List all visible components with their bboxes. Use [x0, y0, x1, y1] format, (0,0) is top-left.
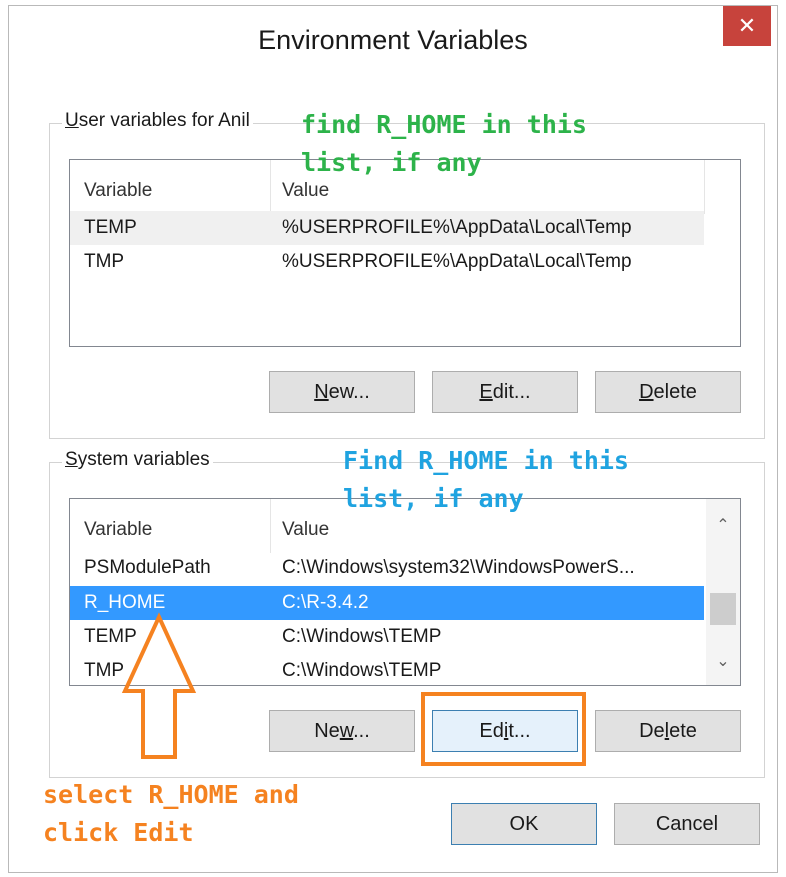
system-delete-button[interactable]: Delete: [595, 710, 741, 752]
variable-cell: PSModulePath: [84, 557, 211, 578]
close-button[interactable]: ✕: [723, 6, 771, 46]
close-icon: ✕: [737, 13, 757, 38]
column-header-variable[interactable]: Variable: [84, 160, 152, 214]
value-cell: C:\Windows\system32\WindowsPowerS...: [282, 557, 635, 578]
user-edit-button[interactable]: Edit...: [432, 371, 578, 413]
scroll-up-icon[interactable]: ⌃: [706, 509, 740, 543]
value-cell: %USERPROFILE%\AppData\Local\Temp: [282, 251, 632, 272]
table-row[interactable]: TEMP %USERPROFILE%\AppData\Local\Temp: [70, 211, 704, 245]
scrollbar-thumb[interactable]: [710, 593, 736, 625]
up-arrow-annotation: [121, 612, 197, 759]
user-variables-label: User variables for Anil: [62, 110, 253, 132]
variable-cell: TEMP: [84, 217, 137, 238]
annotation-action-note: select R_HOME and click Edit: [43, 780, 299, 847]
system-variables-label: System variables: [62, 449, 213, 471]
annotation-user-note: find R_HOME in this list, if any: [301, 110, 587, 177]
value-cell: C:\R-3.4.2: [282, 592, 369, 613]
table-row[interactable]: PSModulePath C:\Windows\system32\Windows…: [70, 551, 704, 585]
variable-cell: TMP: [84, 251, 125, 272]
ok-button[interactable]: OK: [451, 803, 597, 845]
scroll-down-icon[interactable]: ⌄: [706, 645, 740, 679]
column-header-value[interactable]: Value: [282, 499, 329, 553]
environment-variables-dialog: Environment Variables ✕ User variables f…: [8, 5, 778, 873]
vertical-scrollbar[interactable]: ⌃ ⌄: [706, 499, 740, 685]
edit-button-highlight-box: [421, 692, 586, 766]
column-separator[interactable]: [270, 499, 271, 553]
column-header-variable[interactable]: Variable: [84, 499, 152, 553]
annotation-system-note: Find R_HOME in this list, if any: [343, 446, 629, 513]
column-separator[interactable]: [270, 160, 271, 214]
title-bar: Environment Variables ✕: [9, 6, 777, 66]
user-variables-list[interactable]: Variable Value TEMP %USERPROFILE%\AppDat…: [69, 159, 741, 347]
value-cell: %USERPROFILE%\AppData\Local\Temp: [282, 217, 632, 238]
cancel-button[interactable]: Cancel: [614, 803, 760, 845]
user-delete-button[interactable]: Delete: [595, 371, 741, 413]
user-new-button[interactable]: New...: [269, 371, 415, 413]
value-cell: C:\Windows\TEMP: [282, 626, 442, 647]
value-cell: C:\Windows\TEMP: [282, 660, 442, 681]
column-separator[interactable]: [704, 160, 705, 214]
system-new-button[interactable]: New...: [269, 710, 415, 752]
table-row[interactable]: TMP %USERPROFILE%\AppData\Local\Temp: [70, 245, 704, 279]
window-title: Environment Variables: [258, 25, 528, 55]
